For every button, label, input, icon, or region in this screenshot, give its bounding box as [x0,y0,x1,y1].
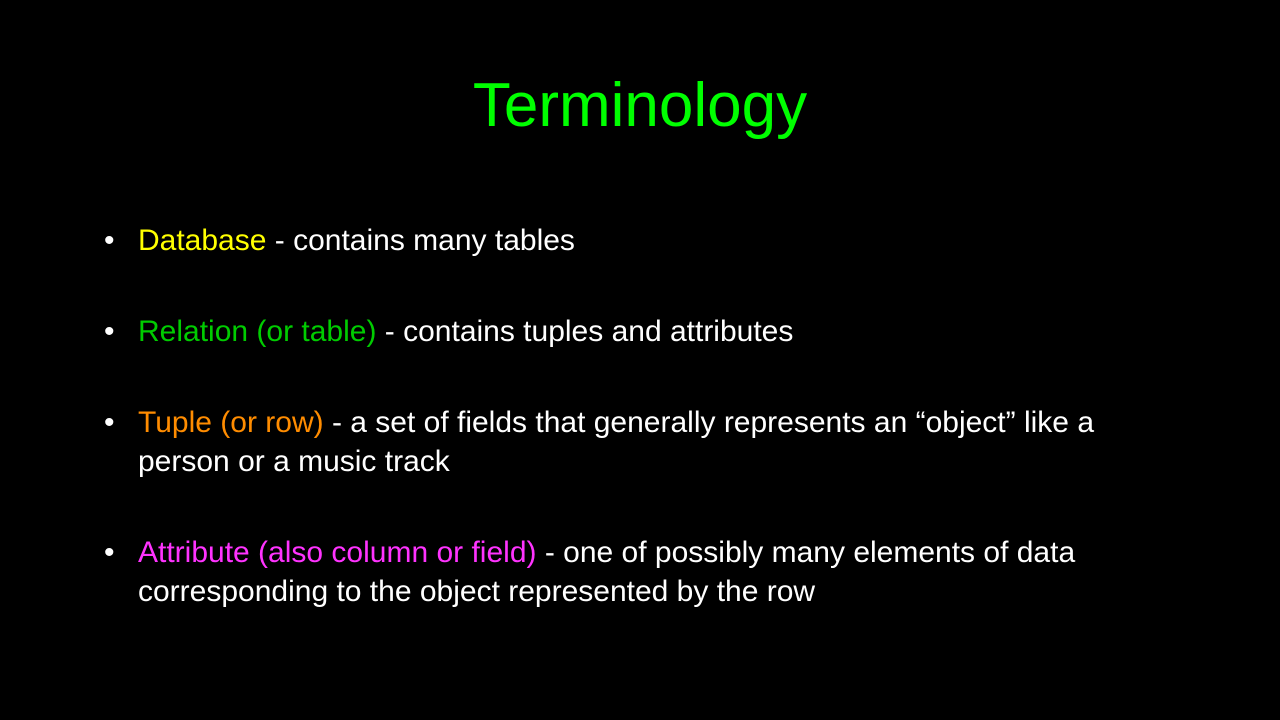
term: Database [138,224,266,257]
term-desc: - contains tuples and attributes [376,315,793,348]
term: Relation (or table) [138,315,376,348]
bullet-list: Database - contains many tables Relation… [90,221,1190,611]
term: Tuple (or row) [138,406,324,439]
slide-title: Terminology [90,70,1190,141]
term: Attribute (also column or field) [138,536,537,569]
list-item: Database - contains many tables [100,221,1190,260]
list-item: Attribute (also column or field) - one o… [100,533,1190,611]
slide: Terminology Database - contains many tab… [0,0,1280,720]
term-desc: - contains many tables [266,224,574,257]
list-item: Relation (or table) - contains tuples an… [100,312,1190,351]
list-item: Tuple (or row) - a set of fields that ge… [100,403,1190,481]
